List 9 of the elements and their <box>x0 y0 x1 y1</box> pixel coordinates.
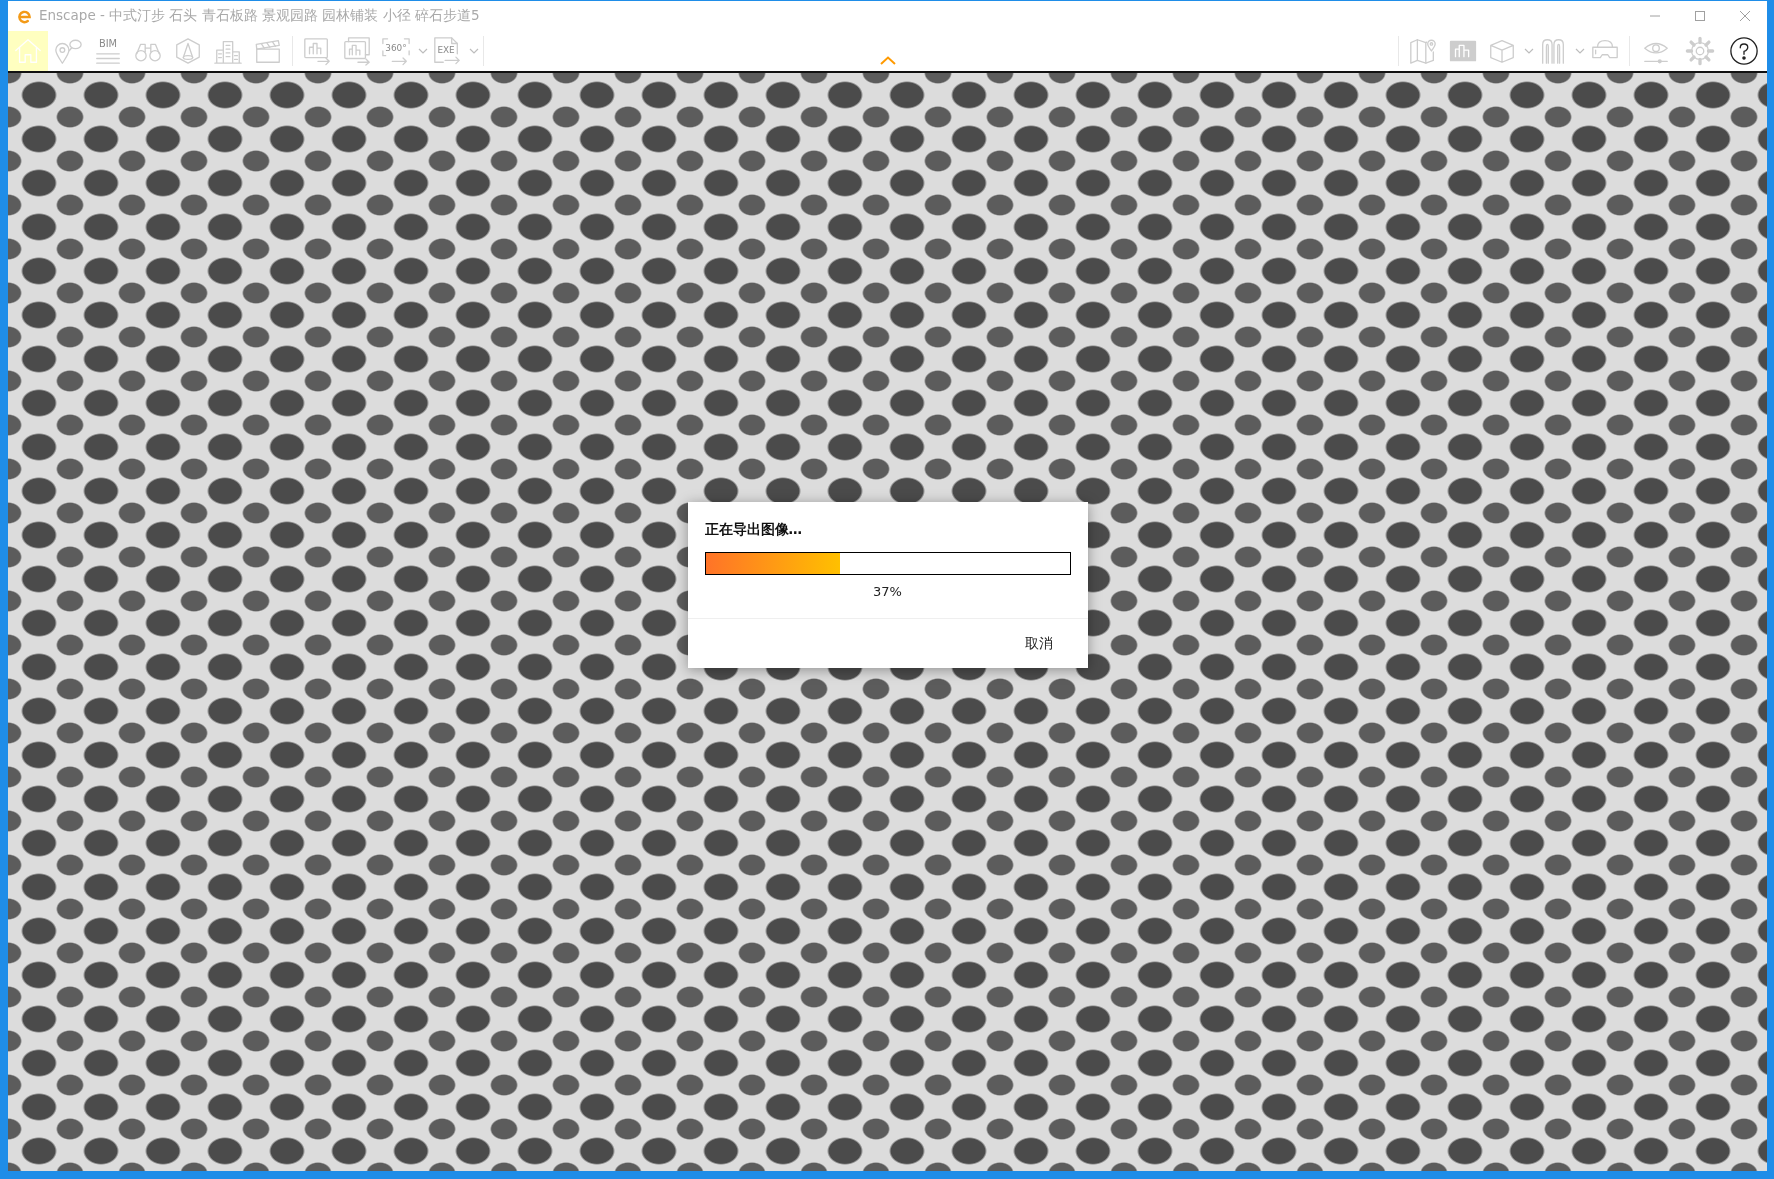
chevron-up-icon <box>879 56 896 65</box>
app-logo-icon <box>17 8 32 24</box>
close-icon <box>1739 11 1750 21</box>
collapse-toolbar-button[interactable] <box>879 56 896 65</box>
cancel-button[interactable]: 取消 <box>1016 630 1061 657</box>
maximize-icon <box>1694 11 1705 21</box>
dialog-title: 正在导出图像… <box>704 521 802 537</box>
window-title: Enscape - 中式汀步 石头 青石板路 景观园路 园林铺装 小径 碎石步道5 <box>39 7 480 25</box>
progress-reading: 37% <box>873 584 902 599</box>
